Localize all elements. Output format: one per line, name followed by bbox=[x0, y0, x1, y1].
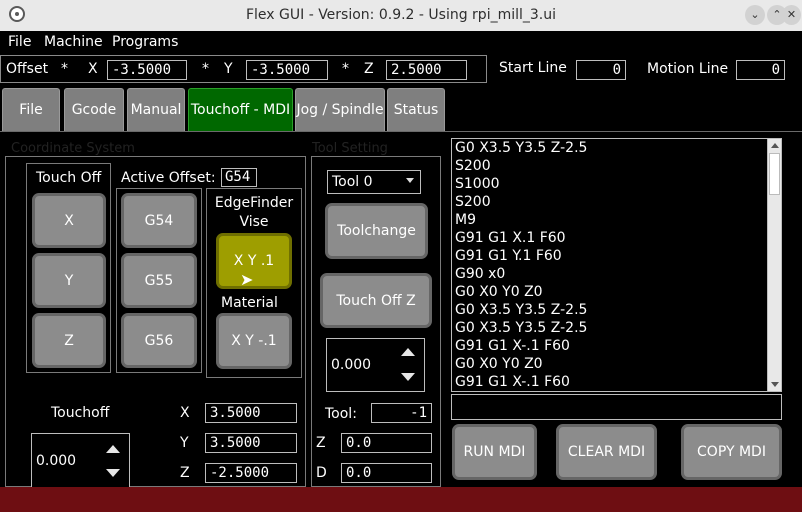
mdi-history-item[interactable]: G91 G1 X-.1 F60 bbox=[455, 374, 570, 390]
touch-off-x-button[interactable]: X bbox=[32, 193, 106, 248]
position-z-value: -2.5000 bbox=[205, 463, 297, 483]
toolchange-button[interactable]: Toolchange bbox=[325, 203, 428, 259]
offset-z-label: Z bbox=[364, 61, 374, 77]
scroll-up-icon[interactable] bbox=[771, 143, 779, 148]
tool-spinbox[interactable]: 0.000 bbox=[326, 338, 425, 392]
mdi-history-item[interactable]: G91 G1 Y.1 F60 bbox=[455, 248, 562, 264]
motion-line-value: 0 bbox=[736, 60, 785, 80]
touch-off-y-button[interactable]: Y bbox=[32, 253, 106, 308]
mdi-history-item[interactable]: G0 X3.5 Y3.5 Z-2.5 bbox=[455, 302, 587, 318]
mdi-history-item[interactable]: G90 x0 bbox=[455, 266, 505, 282]
spin-up-icon[interactable] bbox=[106, 445, 120, 453]
tab-file[interactable]: File bbox=[2, 88, 60, 131]
material-label: Material bbox=[221, 295, 278, 311]
menu-bar: File Machine Programs bbox=[0, 31, 802, 54]
start-line-value: 0 bbox=[576, 60, 626, 80]
tab-jog-spindle[interactable]: Jog / Spindle bbox=[295, 88, 385, 131]
tool-d-value: 0.0 bbox=[341, 463, 432, 483]
copy-mdi-button[interactable]: COPY MDI bbox=[681, 424, 782, 480]
spin-down-icon[interactable] bbox=[401, 373, 415, 381]
motion-line-label: Motion Line bbox=[647, 61, 729, 77]
tool-select[interactable]: Tool 0 bbox=[327, 170, 421, 194]
offset-label: Offset bbox=[6, 61, 49, 77]
touchoff-spinbox[interactable]: 0.000 bbox=[31, 433, 130, 488]
touchoff-label: Touchoff bbox=[51, 405, 110, 421]
title-bar: Flex GUI - Version: 0.9.2 - Using rpi_mi… bbox=[0, 0, 802, 31]
mdi-history-item[interactable]: G0 X0 Y0 Z0 bbox=[455, 284, 543, 300]
g55-button[interactable]: G55 bbox=[121, 253, 197, 308]
position-x-value: 3.5000 bbox=[205, 403, 297, 423]
active-offset-value: G54 bbox=[221, 168, 257, 187]
mdi-history-item[interactable]: G0 X3.5 Y3.5 Z-2.5 bbox=[455, 320, 587, 336]
mdi-input[interactable] bbox=[451, 394, 782, 420]
spin-down-icon[interactable] bbox=[106, 469, 120, 477]
offset-y-label: Y bbox=[224, 61, 233, 77]
offset-x-value: -3.5000 bbox=[107, 60, 187, 80]
spin-up-icon[interactable] bbox=[401, 348, 415, 356]
mdi-history-item[interactable]: G0 X3.5 Y3.5 Z-2.5 bbox=[455, 140, 587, 156]
tool-setting-title: Tool Setting bbox=[312, 141, 388, 156]
offset-y-value: -3.5000 bbox=[246, 60, 328, 80]
active-offset-label: Active Offset: bbox=[121, 170, 216, 186]
mdi-history-item[interactable]: G0 X0 Y0 Z0 bbox=[455, 356, 543, 372]
mdi-history-list[interactable]: G0 X3.5 Y3.5 Z-2.5 S200 S1000 S200 M9 G91 G1 … bbox=[451, 138, 782, 392]
tool-spin-value: 0.000 bbox=[331, 357, 372, 373]
touch-off-z-axis-button[interactable]: Z bbox=[32, 313, 106, 368]
tool-d-label: D bbox=[316, 465, 327, 481]
coordinate-system-title: Coordinate System bbox=[11, 141, 135, 156]
offset-y-mark: * bbox=[202, 61, 209, 77]
offset-z-mark: * bbox=[342, 61, 349, 77]
mouse-cursor-icon: ➤ bbox=[240, 270, 254, 289]
mdi-history-item[interactable]: S1000 bbox=[455, 176, 500, 192]
position-z-label: Z bbox=[180, 465, 190, 481]
menu-programs[interactable]: Programs bbox=[112, 34, 178, 50]
chevron-down-icon bbox=[406, 178, 414, 183]
g54-button[interactable]: G54 bbox=[121, 193, 197, 248]
tool-label: Tool: bbox=[325, 406, 357, 422]
tool-z-label: Z bbox=[316, 435, 326, 451]
mdi-history-item[interactable]: G91 G1 X.1 F60 bbox=[455, 230, 566, 246]
touch-off-z-button[interactable]: Touch Off Z bbox=[320, 273, 432, 328]
tab-status[interactable]: Status bbox=[387, 88, 445, 131]
edgefinder-label: EdgeFinder Vise bbox=[214, 195, 294, 230]
offset-x-mark: * bbox=[61, 61, 68, 77]
mdi-history-item[interactable]: S200 bbox=[455, 194, 491, 210]
tool-z-value: 0.0 bbox=[341, 433, 432, 453]
mdi-history-item[interactable]: G91 G1 X-.1 F60 bbox=[455, 338, 570, 354]
offset-x-label: X bbox=[88, 61, 98, 77]
offset-z-value: 2.5000 bbox=[386, 60, 467, 80]
status-footer bbox=[0, 487, 802, 512]
touch-off-label: Touch Off bbox=[36, 170, 102, 186]
start-line-label: Start Line bbox=[499, 60, 567, 76]
tool-select-value: Tool 0 bbox=[332, 174, 373, 190]
mdi-history-item[interactable]: M9 bbox=[455, 212, 476, 228]
tab-touchoff-mdi[interactable]: Touchoff - MDI bbox=[188, 88, 293, 131]
menu-file[interactable]: File bbox=[8, 34, 31, 50]
close-button[interactable]: ✕ bbox=[782, 5, 801, 25]
menu-machine[interactable]: Machine bbox=[44, 34, 103, 50]
run-mdi-button[interactable]: RUN MDI bbox=[452, 424, 537, 480]
scroll-thumb[interactable] bbox=[769, 153, 780, 195]
position-y-value: 3.5000 bbox=[205, 433, 297, 453]
touchoff-value: 0.000 bbox=[36, 453, 77, 469]
mdi-history-item[interactable]: S200 bbox=[455, 158, 491, 174]
scroll-down-icon[interactable] bbox=[771, 382, 779, 387]
clear-mdi-button[interactable]: CLEAR MDI bbox=[556, 424, 657, 480]
window-title: Flex GUI - Version: 0.9.2 - Using rpi_mi… bbox=[245, 7, 557, 23]
tool-value: -1 bbox=[371, 403, 432, 423]
material-xy-button[interactable]: X Y -.1 bbox=[216, 313, 292, 369]
g56-button[interactable]: G56 bbox=[121, 313, 197, 368]
tab-manual[interactable]: Manual bbox=[127, 88, 185, 131]
tab-gcode[interactable]: Gcode bbox=[64, 88, 124, 131]
position-x-label: X bbox=[180, 405, 190, 421]
edgefinder-xy-button[interactable]: X Y .1 bbox=[216, 233, 292, 289]
position-y-label: Y bbox=[180, 435, 189, 451]
mdi-scrollbar[interactable] bbox=[767, 139, 781, 391]
minimize-button[interactable]: ⌄ bbox=[745, 5, 765, 25]
